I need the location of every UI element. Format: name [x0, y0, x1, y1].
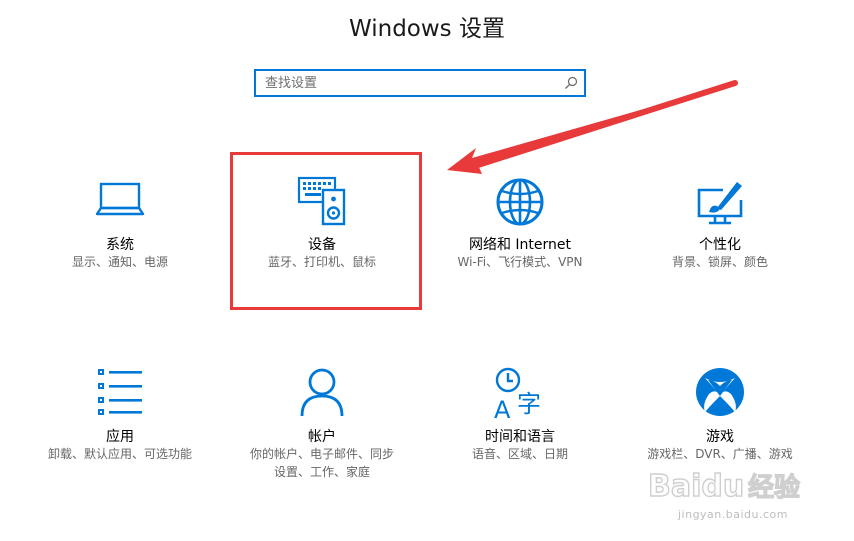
baidu-watermark-logo: Baidu 经验: [647, 468, 800, 504]
svg-text:Baidu: Baidu: [648, 469, 744, 504]
watermark: Baidu 经验 jingyan.baidu.com: [647, 462, 848, 532]
annotation-arrow: [447, 80, 738, 174]
svg-text:经验: 经验: [748, 472, 800, 503]
watermark-url: jingyan.baidu.com: [677, 508, 788, 521]
